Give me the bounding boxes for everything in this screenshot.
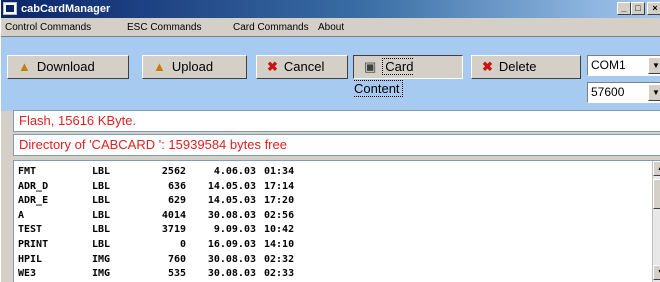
file-size: 4014 bbox=[161, 209, 186, 221]
maximize-button[interactable]: □ bbox=[631, 2, 645, 15]
port-chevron-down-icon[interactable]: ▼ bbox=[648, 57, 660, 74]
window-title: cabCardManager bbox=[21, 3, 111, 15]
delete-label: Delete bbox=[498, 59, 537, 74]
file-time: 02:33 bbox=[264, 268, 295, 280]
file-type: IMG bbox=[92, 268, 111, 280]
scroll-thumb[interactable] bbox=[653, 179, 660, 209]
scroll-down-button[interactable]: ▼ bbox=[653, 265, 660, 280]
download-button[interactable]: ▲ Download bbox=[7, 55, 129, 79]
toolbar: ▲ Download ▲ Upload ✖ Cancel ▣ Card Content … bbox=[1, 36, 660, 111]
baud-value: 57600 bbox=[591, 85, 625, 99]
file-date: 30.08.03 bbox=[207, 209, 256, 221]
file-time: 01:34 bbox=[264, 166, 295, 177]
file-date: 14.05.03 bbox=[207, 180, 256, 192]
file-name: ADR_E bbox=[18, 195, 49, 207]
file-size: 0 bbox=[179, 239, 186, 250]
file-name: A bbox=[18, 209, 25, 221]
minimize-button[interactable]: _ bbox=[617, 2, 631, 15]
download-icon: ▲ bbox=[18, 59, 31, 74]
menu-about[interactable]: About bbox=[318, 21, 344, 34]
file-name: WE3 bbox=[18, 268, 37, 280]
file-size: 535 bbox=[167, 268, 186, 280]
file-name: PRINT bbox=[18, 239, 49, 250]
file-name: ADR_D bbox=[18, 180, 49, 192]
file-type: LBL bbox=[92, 209, 111, 221]
baud-select[interactable]: 57600 ▼ bbox=[587, 82, 660, 103]
scroll-up-button[interactable]: ▲ bbox=[653, 161, 660, 176]
card-content-icon: ▣ bbox=[364, 59, 377, 74]
menu-control-commands[interactable]: Control Commands bbox=[5, 21, 91, 34]
directory-status: Directory of 'CABCARD ': 15939584 bytes … bbox=[13, 134, 660, 156]
file-time: 17:20 bbox=[264, 195, 295, 207]
cancel-button[interactable]: ✖ Cancel bbox=[256, 55, 348, 79]
vertical-scrollbar[interactable]: ▲ ▼ bbox=[652, 161, 660, 282]
file-time: 10:42 bbox=[264, 224, 295, 236]
delete-x-icon: ✖ bbox=[482, 59, 493, 74]
file-name: TEST bbox=[18, 224, 43, 236]
file-date: 16.09.03 bbox=[207, 239, 256, 250]
file-time: 02:56 bbox=[264, 209, 295, 221]
close-button[interactable]: × bbox=[647, 2, 660, 15]
file-size: 629 bbox=[167, 195, 186, 207]
file-date: 9.09.03 bbox=[213, 224, 256, 236]
upload-button[interactable]: ▲ Upload bbox=[142, 55, 247, 79]
file-name: FMT bbox=[18, 166, 37, 177]
card-content-label: Card Content bbox=[354, 58, 414, 97]
file-time: 14:10 bbox=[264, 239, 295, 250]
cancel-x-icon: ✖ bbox=[267, 59, 278, 74]
file-type: LBL bbox=[92, 180, 111, 192]
file-size: 2562 bbox=[161, 166, 186, 177]
flash-status: Flash, 15616 KByte. bbox=[13, 110, 660, 132]
file-date: 14.05.03 bbox=[207, 195, 256, 207]
app-icon bbox=[3, 2, 17, 15]
file-name: HPIL bbox=[18, 253, 43, 265]
upload-label: Upload bbox=[171, 59, 214, 74]
file-time: 02:32 bbox=[264, 253, 295, 265]
file-time: 17:14 bbox=[264, 180, 295, 192]
file-date: 4.06.03 bbox=[213, 166, 256, 177]
delete-button[interactable]: ✖ Delete bbox=[471, 55, 581, 79]
baud-chevron-down-icon[interactable]: ▼ bbox=[648, 84, 660, 101]
file-date: 30.08.03 bbox=[207, 268, 256, 280]
file-type: IMG bbox=[92, 253, 111, 265]
title-bar: cabCardManager _ □ × bbox=[1, 0, 660, 18]
file-type: LBL bbox=[92, 195, 111, 207]
menu-bar: Control Commands ESC Commands Card Comma… bbox=[1, 18, 660, 36]
file-type: LBL bbox=[92, 166, 111, 177]
port-select[interactable]: COM1 ▼ bbox=[587, 55, 660, 76]
file-size: 3719 bbox=[161, 224, 186, 236]
menu-esc-commands[interactable]: ESC Commands bbox=[127, 21, 201, 34]
upload-icon: ▲ bbox=[153, 59, 166, 74]
file-size: 760 bbox=[167, 253, 186, 265]
cancel-label: Cancel bbox=[283, 59, 325, 74]
menu-card-commands[interactable]: Card Commands bbox=[233, 21, 309, 34]
file-type: LBL bbox=[92, 224, 111, 236]
file-type: LBL bbox=[92, 239, 111, 250]
file-list[interactable]: FMT LBL 2562 4.06.03 01:34 ADR_D LBL 636 14.05.0… bbox=[13, 160, 660, 282]
file-date: 30.08.03 bbox=[207, 253, 256, 265]
port-value: COM1 bbox=[591, 58, 626, 72]
card-content-button[interactable]: ▣ Card Content bbox=[353, 55, 463, 97]
download-label: Download bbox=[36, 59, 95, 74]
app-window: cabCardManager _ □ × Control Commands ES… bbox=[0, 0, 660, 282]
file-size: 636 bbox=[167, 180, 186, 192]
